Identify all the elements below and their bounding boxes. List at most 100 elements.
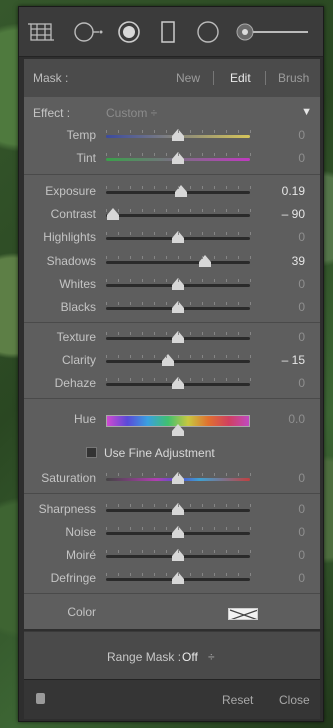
mask-separator xyxy=(265,71,266,85)
mask-new-button[interactable]: New xyxy=(176,71,200,85)
moire-slider[interactable]: Moiré 0 xyxy=(24,545,320,565)
slider-tick xyxy=(118,355,119,358)
slider-tick xyxy=(214,130,215,133)
slider-ticks xyxy=(106,550,251,554)
slider-track[interactable] xyxy=(106,214,250,217)
section-divider xyxy=(24,322,320,323)
slider-label: Tint xyxy=(76,151,96,165)
slider-tick xyxy=(142,130,143,133)
slider-value[interactable]: 0 xyxy=(265,230,305,244)
slider-value[interactable]: 0.0 xyxy=(265,412,305,426)
slider-tick xyxy=(250,573,251,576)
slider-value[interactable]: 39 xyxy=(265,254,305,268)
slider-tick xyxy=(178,527,179,530)
slider-value[interactable]: 0 xyxy=(265,300,305,314)
slider-tick xyxy=(130,550,131,553)
slider-value[interactable]: 0 xyxy=(265,525,305,539)
whites-slider[interactable]: Whites 0 xyxy=(24,274,320,294)
range-mask-arrow-icon[interactable]: ÷ xyxy=(208,650,215,664)
clarity-slider[interactable]: Clarity – 15 xyxy=(24,350,320,370)
slider-value[interactable]: 0 xyxy=(265,502,305,516)
slider-track[interactable] xyxy=(106,261,250,264)
effect-preset-select[interactable]: Custom ÷ xyxy=(106,106,157,120)
slider-tick xyxy=(118,527,119,530)
mask-brush-button[interactable]: Brush xyxy=(278,71,309,85)
range-mask-label: Range Mask : xyxy=(107,650,182,664)
reset-button[interactable]: Reset xyxy=(222,693,253,707)
tint-slider[interactable]: Tint 0 xyxy=(24,148,320,168)
defringe-slider[interactable]: Defringe 0 xyxy=(24,568,320,588)
slider-value[interactable]: 0 xyxy=(265,471,305,485)
slider-tick xyxy=(202,130,203,133)
slider-tick xyxy=(178,550,179,553)
color-swatch[interactable] xyxy=(228,608,258,620)
slider-tick xyxy=(202,550,203,553)
slider-tick xyxy=(154,355,155,358)
slider-tick xyxy=(130,573,131,576)
slider-tick xyxy=(166,153,167,156)
slider-tick xyxy=(106,527,107,530)
highlights-slider[interactable]: Highlights 0 xyxy=(24,227,320,247)
contrast-slider[interactable]: Contrast – 90 xyxy=(24,204,320,224)
slider-tick xyxy=(202,186,203,189)
slider-tick xyxy=(142,256,143,259)
slider-value[interactable]: 0 xyxy=(265,128,305,142)
slider-value[interactable]: 0.19 xyxy=(265,184,305,198)
mask-label: Mask : xyxy=(33,71,69,85)
slider-tick xyxy=(142,355,143,358)
saturation-slider[interactable]: Saturation 0 xyxy=(24,468,320,488)
spot-removal-icon[interactable] xyxy=(71,20,105,44)
slider-tick xyxy=(202,527,203,530)
texture-slider[interactable]: Texture 0 xyxy=(24,327,320,347)
exposure-slider[interactable]: Exposure 0.19 xyxy=(24,181,320,201)
slider-value[interactable]: 0 xyxy=(265,330,305,344)
temp-slider[interactable]: Temp 0 xyxy=(24,125,320,145)
slider-tick xyxy=(190,473,191,476)
slider-value[interactable]: – 90 xyxy=(265,207,305,221)
slider-value[interactable]: 0 xyxy=(265,571,305,585)
toggle-switch-icon[interactable] xyxy=(36,693,45,704)
radial-filter-icon[interactable] xyxy=(194,20,222,44)
noise-slider[interactable]: Noise 0 xyxy=(24,522,320,542)
slider-value[interactable]: 0 xyxy=(265,376,305,390)
red-eye-icon[interactable] xyxy=(115,20,143,44)
sharpness-slider[interactable]: Sharpness 0 xyxy=(24,499,320,519)
slider-tick xyxy=(118,378,119,381)
blacks-slider[interactable]: Blacks 0 xyxy=(24,297,320,317)
hue-slider[interactable]: Hue 0.0 xyxy=(24,409,320,436)
slider-thumb[interactable] xyxy=(172,424,184,436)
slider-tick xyxy=(226,232,227,235)
slider-ticks xyxy=(106,232,251,236)
shadows-slider[interactable]: Shadows 39 xyxy=(24,251,320,271)
tool-strip xyxy=(19,7,323,57)
collapse-triangle-icon[interactable]: ▼ xyxy=(301,106,312,118)
fine-adjustment-label[interactable]: Use Fine Adjustment xyxy=(104,446,215,460)
slider-label: Noise xyxy=(65,525,96,539)
slider-tick xyxy=(238,130,239,133)
slider-tick xyxy=(154,232,155,235)
slider-value[interactable]: 0 xyxy=(265,151,305,165)
fine-adjustment-checkbox[interactable] xyxy=(86,447,97,458)
close-button[interactable]: Close xyxy=(279,693,310,707)
slider-tick xyxy=(106,355,107,358)
slider-track[interactable] xyxy=(106,360,250,363)
slider-tick xyxy=(190,550,191,553)
slider-tick xyxy=(214,256,215,259)
crop-overlay-icon[interactable] xyxy=(26,20,56,44)
dehaze-slider[interactable]: Dehaze 0 xyxy=(24,373,320,393)
slider-tick xyxy=(250,527,251,530)
slider-tick xyxy=(214,279,215,282)
slider-tick xyxy=(190,355,191,358)
slider-value[interactable]: 0 xyxy=(265,548,305,562)
adjustment-brush-icon[interactable] xyxy=(235,20,311,44)
mask-edit-button[interactable]: Edit xyxy=(230,71,251,85)
graduated-filter-icon[interactable] xyxy=(157,20,179,44)
slider-tick xyxy=(238,256,239,259)
slider-value[interactable]: – 15 xyxy=(265,353,305,367)
slider-value[interactable]: 0 xyxy=(265,277,305,291)
slider-tick xyxy=(226,186,227,189)
slider-tick xyxy=(190,130,191,133)
fine-adjustment-row[interactable]: Use Fine Adjustment xyxy=(24,443,320,463)
color-row: Color xyxy=(24,602,320,622)
range-mask-select[interactable]: Off xyxy=(182,650,198,664)
